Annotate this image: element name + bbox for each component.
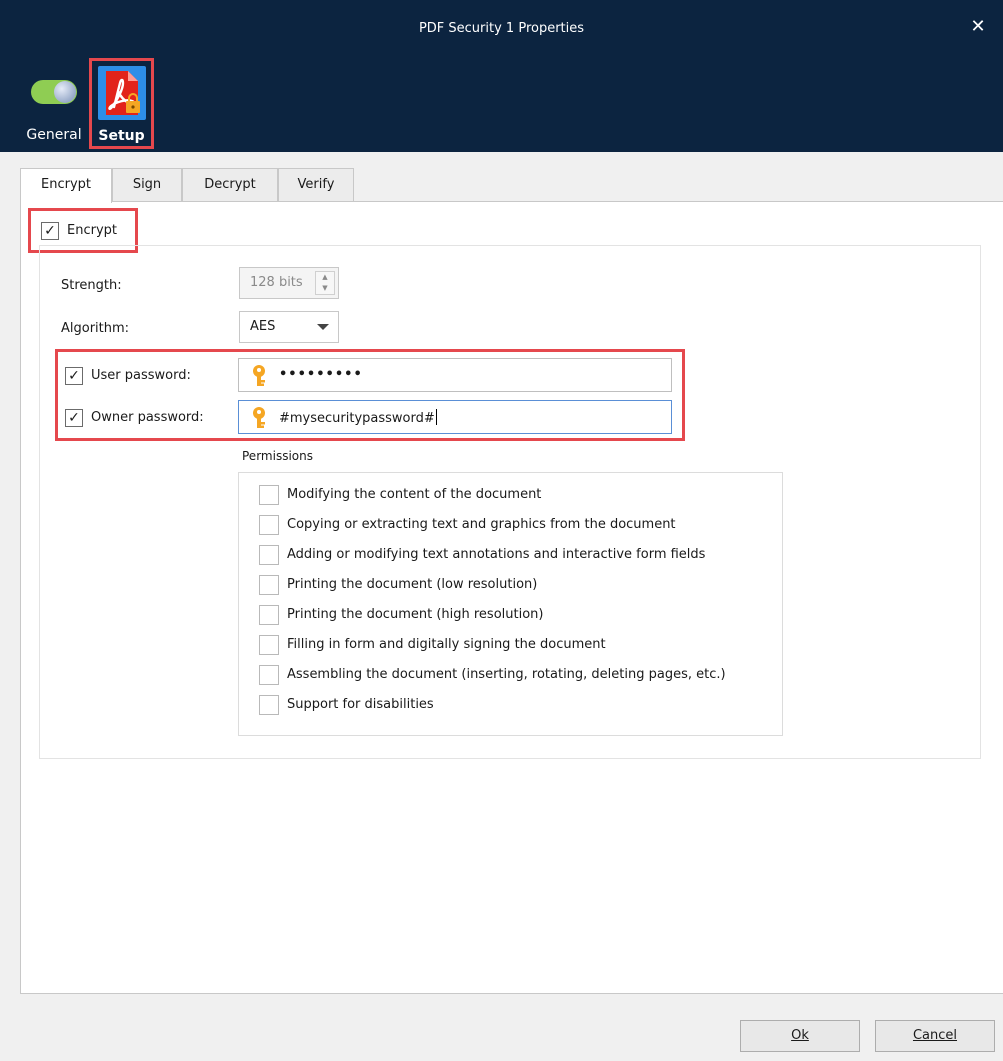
pdf-lock-icon [98, 66, 146, 120]
user-password-label: User password: [91, 368, 191, 383]
tab-encrypt[interactable]: Encrypt [20, 168, 112, 203]
permission-label: Copying or extracting text and graphics … [287, 517, 676, 532]
strength-stepper: 128 bits ▲ ▼ [239, 267, 339, 299]
cancel-button[interactable]: Cancel [875, 1020, 995, 1052]
key-icon [253, 365, 265, 386]
permission-checkbox[interactable] [259, 605, 279, 625]
ok-button[interactable]: Ok [740, 1020, 860, 1052]
permission-checkbox[interactable] [259, 695, 279, 715]
tab-sign[interactable]: Sign [112, 168, 182, 202]
owner-password-field-text: #mysecuritypassword# [279, 409, 437, 426]
algorithm-label: Algorithm: [61, 321, 130, 336]
nav-general[interactable]: General [18, 72, 90, 147]
permission-checkbox[interactable] [259, 635, 279, 655]
dialog-footer: Ok Cancel [0, 1013, 1003, 1061]
encrypt-checkbox[interactable]: ✓ [41, 222, 59, 240]
permission-label: Support for disabilities [287, 697, 434, 712]
owner-password-input[interactable]: #mysecuritypassword# [238, 400, 672, 434]
permission-label: Printing the document (low resolution) [287, 577, 538, 592]
cancel-button-label: Cancel [912, 1028, 958, 1043]
owner-password-label: Owner password: [91, 410, 204, 425]
permission-label: Printing the document (high resolution) [287, 607, 544, 622]
encrypt-panel: ✓ Encrypt Strength: 128 bits ▲ ▼ Algorith… [20, 201, 1003, 994]
owner-password-checkbox[interactable]: ✓ [65, 409, 83, 427]
tab-verify[interactable]: Verify [278, 168, 354, 202]
ok-button-label: Ok [791, 1028, 809, 1043]
algorithm-select[interactable]: AES [239, 311, 339, 343]
tab-decrypt[interactable]: Decrypt [182, 168, 278, 202]
chevron-down-icon [317, 324, 329, 330]
permission-label: Assembling the document (inserting, rota… [287, 667, 726, 682]
window-header: PDF Security 1 Properties ✕ General Setu… [0, 0, 1003, 152]
permission-checkbox[interactable] [259, 665, 279, 685]
user-password-input[interactable]: ••••••••• [238, 358, 672, 392]
strength-value: 128 bits [250, 275, 303, 290]
permission-checkbox[interactable] [259, 545, 279, 565]
close-icon[interactable]: ✕ [967, 16, 989, 38]
algorithm-value: AES [250, 319, 276, 334]
nav-setup-label: Setup [98, 128, 145, 144]
permission-checkbox[interactable] [259, 485, 279, 505]
nav-setup[interactable]: Setup [89, 58, 154, 149]
permission-label: Modifying the content of the document [287, 487, 542, 502]
nav-general-label: General [26, 127, 82, 143]
owner-password-value: #mysecuritypassword# [279, 411, 435, 426]
permission-label: Adding or modifying text annotations and… [287, 547, 706, 562]
text-cursor [435, 409, 437, 425]
encrypt-checkbox-label: Encrypt [67, 223, 117, 238]
permission-checkbox[interactable] [259, 575, 279, 595]
toggle-switch-icon [31, 80, 77, 104]
permissions-title: Permissions [242, 449, 313, 463]
stepper-arrows-icon: ▲ ▼ [315, 271, 335, 295]
permission-checkbox[interactable] [259, 515, 279, 535]
key-icon [253, 407, 265, 428]
permissions-box: Modifying the content of the document Co… [238, 472, 783, 736]
window-title: PDF Security 1 Properties [418, 21, 585, 36]
user-password-checkbox[interactable]: ✓ [65, 367, 83, 385]
permission-label: Filling in form and digitally signing th… [287, 637, 606, 652]
user-password-value: ••••••••• [279, 367, 363, 382]
strength-label: Strength: [61, 278, 122, 293]
